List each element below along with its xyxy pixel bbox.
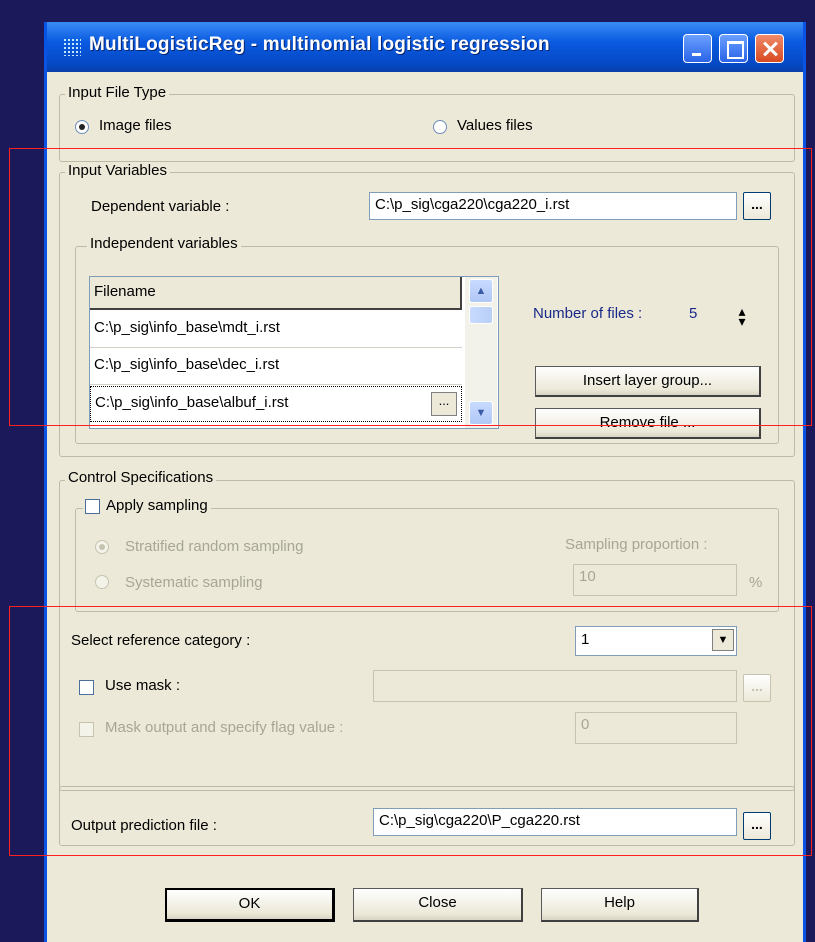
- list-scrollbar[interactable]: ▲ ▼: [465, 277, 497, 428]
- list-item[interactable]: C:\p_sig\info_base\dec_i.rst: [90, 349, 462, 385]
- mask-browse-button[interactable]: ...: [743, 674, 771, 702]
- close-button[interactable]: Close: [353, 888, 523, 922]
- stratified-sampling-radio[interactable]: [95, 540, 109, 554]
- scroll-thumb[interactable]: [469, 306, 493, 324]
- dependent-variable-label: Dependent variable :: [91, 198, 230, 215]
- independent-files-list[interactable]: Filename C:\p_sig\info_base\mdt_i.rst C:…: [89, 276, 499, 429]
- mask-output-checkbox[interactable]: [79, 722, 94, 737]
- number-of-files-value: 5: [689, 305, 698, 322]
- sampling-proportion-label: Sampling proportion :: [565, 536, 708, 553]
- filename-column-header[interactable]: Filename: [90, 277, 462, 310]
- systematic-sampling-radio[interactable]: [95, 575, 109, 589]
- input-variables-label: Input Variables: [65, 162, 170, 179]
- independent-variables-label: Independent variables: [87, 235, 241, 252]
- output-prediction-input[interactable]: C:\p_sig\cga220\P_cga220.rst: [373, 808, 737, 836]
- percent-label: %: [749, 574, 763, 591]
- app-grid-icon: [63, 38, 81, 56]
- image-files-radio[interactable]: [75, 120, 89, 134]
- window-title: MultiLogisticReg - multinomial logistic …: [89, 34, 550, 55]
- apply-sampling-wrapper: Apply sampling: [83, 497, 211, 514]
- apply-sampling-checkbox[interactable]: [85, 498, 100, 514]
- apply-sampling-label[interactable]: Apply sampling: [106, 497, 208, 514]
- list-item[interactable]: C:\p_sig\info_base\mdt_i.rst: [90, 312, 462, 348]
- input-file-type-label: Input File Type: [65, 84, 170, 101]
- number-spinner-icon[interactable]: ▴ ▾: [731, 304, 753, 328]
- reference-category-select[interactable]: 1 ▼: [575, 626, 737, 656]
- values-files-radio[interactable]: [433, 120, 447, 134]
- stratified-sampling-label[interactable]: Stratified random sampling: [125, 538, 303, 555]
- ok-button[interactable]: OK: [165, 888, 335, 922]
- mask-output-label[interactable]: Mask output and specify flag value :: [105, 719, 343, 736]
- values-files-label[interactable]: Values files: [457, 117, 533, 134]
- dependent-browse-button[interactable]: ...: [743, 192, 771, 220]
- scroll-up-icon[interactable]: ▲: [469, 279, 493, 303]
- title-bar[interactable]: MultiLogisticReg - multinomial logistic …: [47, 22, 803, 72]
- dependent-variable-input[interactable]: C:\p_sig\cga220\cga220_i.rst: [369, 192, 737, 220]
- dialog-window: MultiLogisticReg - multinomial logistic …: [44, 22, 806, 942]
- insert-layer-group-button[interactable]: Insert layer group...: [535, 366, 761, 397]
- number-of-files-label: Number of files :: [533, 305, 643, 322]
- systematic-sampling-label[interactable]: Systematic sampling: [125, 574, 263, 591]
- help-button[interactable]: Help: [541, 888, 699, 922]
- flag-value-input[interactable]: 0: [575, 712, 737, 744]
- use-mask-checkbox[interactable]: [79, 680, 94, 695]
- reference-category-label: Select reference category :: [71, 632, 251, 649]
- output-prediction-label: Output prediction file :: [71, 817, 217, 834]
- remove-file-button[interactable]: Remove file ...: [535, 408, 761, 439]
- list-item-text: C:\p_sig\info_base\albuf_i.rst: [95, 394, 289, 411]
- row-browse-button[interactable]: ...: [431, 392, 457, 416]
- mask-file-input[interactable]: [373, 670, 737, 702]
- reference-category-value: 1: [581, 631, 590, 648]
- use-mask-label[interactable]: Use mask :: [105, 677, 180, 694]
- image-files-label[interactable]: Image files: [99, 117, 172, 134]
- chevron-down-icon[interactable]: ▼: [712, 629, 734, 651]
- sampling-group: [75, 508, 779, 612]
- list-item-selected[interactable]: C:\p_sig\info_base\albuf_i.rst ...: [90, 386, 462, 422]
- sampling-proportion-input[interactable]: 10: [573, 564, 737, 596]
- close-icon[interactable]: [755, 34, 784, 63]
- output-browse-button[interactable]: ...: [743, 812, 771, 840]
- minimize-icon[interactable]: [683, 34, 712, 63]
- control-specifications-label: Control Specifications: [65, 469, 217, 486]
- scroll-down-icon[interactable]: ▼: [469, 401, 493, 425]
- maximize-icon[interactable]: [719, 34, 748, 63]
